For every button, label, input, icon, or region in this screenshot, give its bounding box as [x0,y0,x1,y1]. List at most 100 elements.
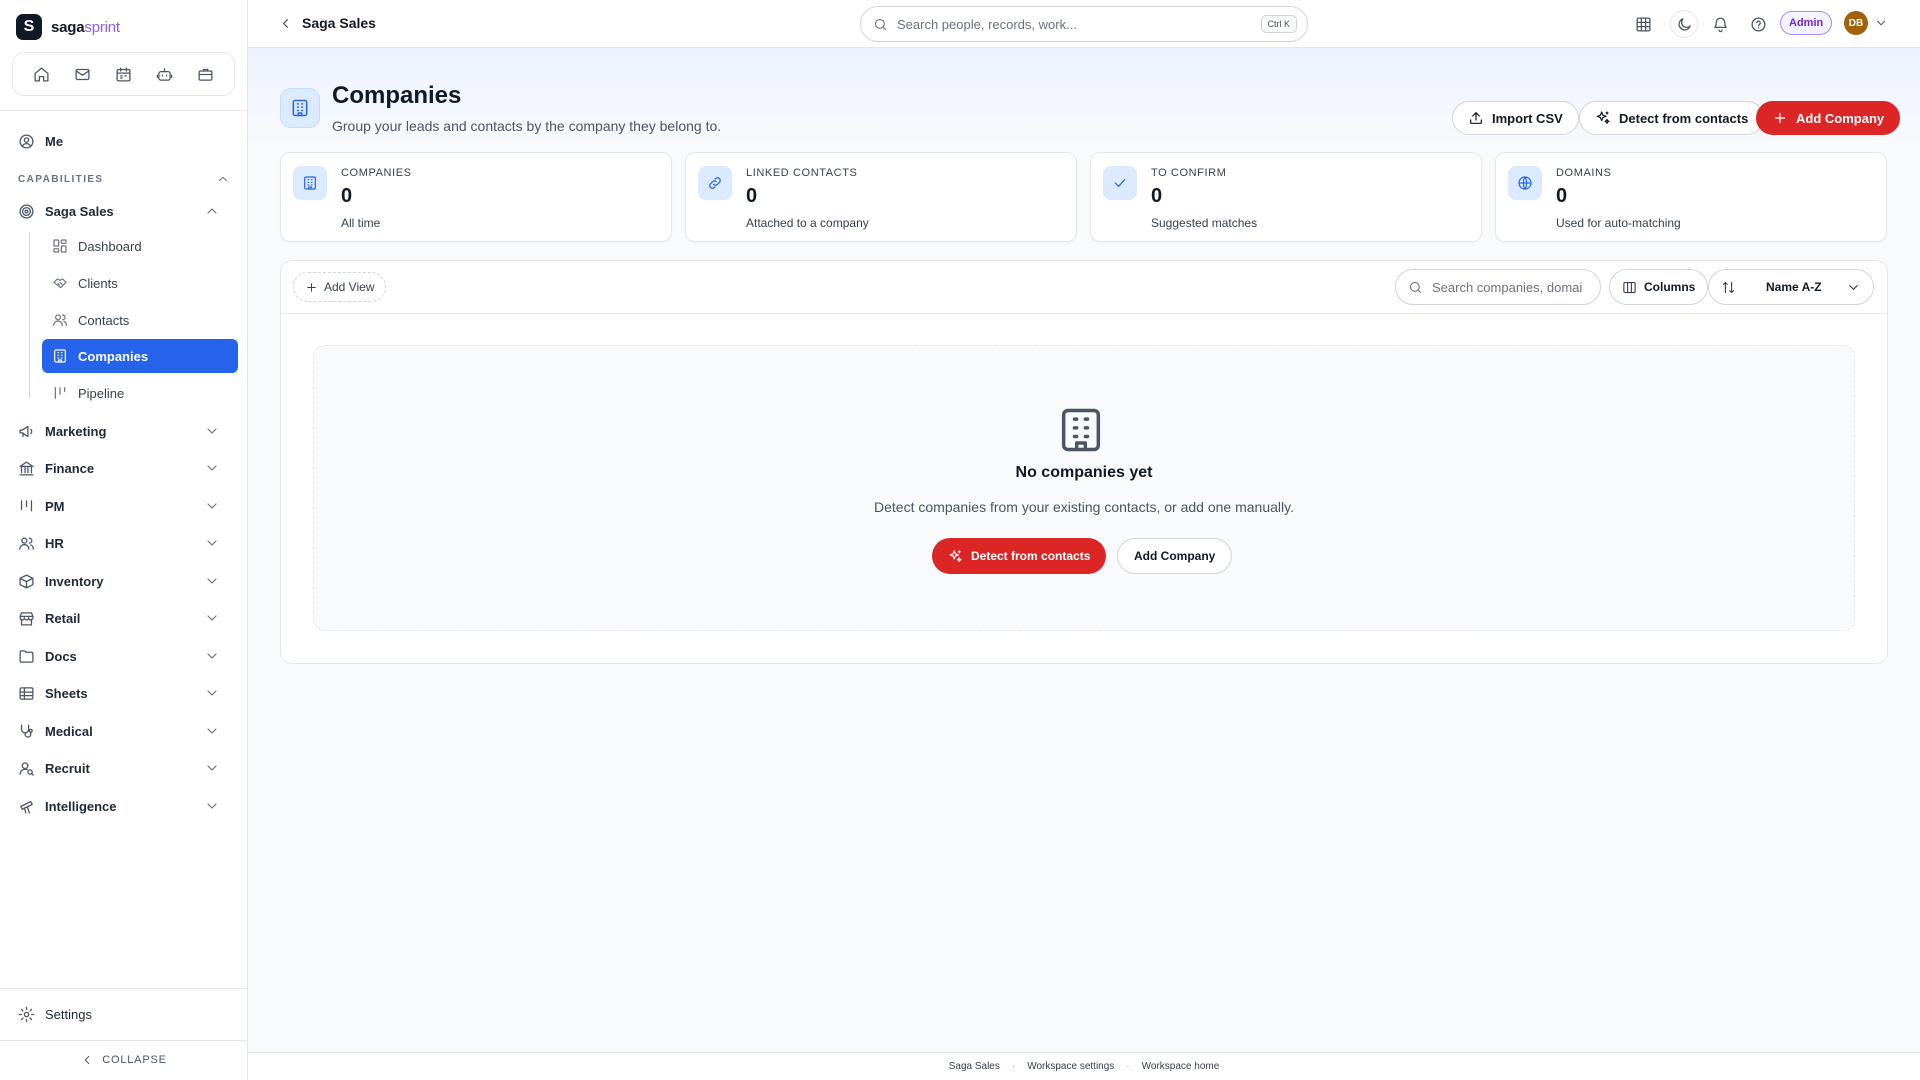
sidebar-group-finance[interactable]: Finance [18,455,230,481]
search-icon [1408,280,1423,295]
brand-logo[interactable]: S sagasprint [16,14,120,40]
sidebar-group-hr[interactable]: HR [18,530,230,556]
brand-mark-icon: S [16,14,42,40]
stat-label: LINKED CONTACTS [746,167,858,179]
chevron-down-icon [204,498,220,514]
empty-detect-from-contacts-button[interactable]: Detect from contacts [932,538,1107,574]
collapse-button[interactable]: COLLAPSE [0,1050,247,1070]
topbar: Saga Sales Ctrl K Admin DB [248,0,1920,48]
companies-search-input[interactable] [1432,279,1582,295]
footer-link-saga-sales[interactable]: Saga Sales [949,1061,1000,1072]
admin-badge[interactable]: Admin [1780,11,1833,35]
chevron-down-icon[interactable] [1874,16,1888,30]
sidebar-group-label: Sheets [45,685,88,701]
chevron-down-icon [204,573,220,589]
columns-button[interactable]: Columns [1609,269,1709,305]
apps-grid-icon[interactable] [1631,12,1655,36]
table-icon [18,685,35,702]
sidebar-group-label: Inventory [45,573,104,589]
footer: Saga Sales · Workspace settings · Worksp… [248,1052,1920,1080]
detect-from-contacts-button[interactable]: Detect from contacts [1579,101,1765,135]
chevron-down-icon [204,423,220,439]
global-search-input[interactable] [897,16,1261,32]
sidebar-divider [0,110,247,111]
bell-icon[interactable] [1708,12,1732,36]
stat-card-linked-contacts: LINKED CONTACTS 0 Attached to a company [685,152,1077,242]
sidebar-item-settings[interactable]: Settings [18,1001,230,1027]
stat-caption: Suggested matches [1151,216,1258,230]
dashboard-icon [52,238,68,254]
sidebar-group-label: Docs [45,648,77,664]
back-button[interactable] [278,16,293,31]
sidebar-group-intelligence[interactable]: Intelligence [18,793,230,819]
megaphone-icon [18,423,35,440]
add-view-label: Add View [324,280,375,294]
building-icon [1055,404,1107,456]
sidebar-group-label: Marketing [45,423,107,439]
sidebar-group-saga-sales[interactable]: Saga Sales [18,198,230,224]
capabilities-header[interactable]: CAPABILITIES [18,172,230,186]
sidebar-group-label: Recruit [45,760,90,776]
sidebar-group-label: PM [45,498,65,514]
sidebar-group-label: Intelligence [45,798,117,814]
sidebar-item-label: Contacts [78,312,130,328]
sidebar-item-companies[interactable]: Companies [42,339,238,373]
handshake-icon [52,275,68,291]
sidebar-group-inventory[interactable]: Inventory [18,568,230,594]
sidebar-item-pipeline[interactable]: Pipeline [42,376,238,410]
sidebar-group-medical[interactable]: Medical [18,718,230,744]
folder-icon [18,648,35,665]
footer-link-workspace-home[interactable]: Workspace home [1142,1061,1220,1072]
add-view-button[interactable]: Add View [293,272,387,302]
stat-label: COMPANIES [341,167,412,179]
stat-card-companies: COMPANIES 0 All time [280,152,672,242]
import-csv-label: Import CSV [1492,110,1563,126]
import-csv-button[interactable]: Import CSV [1452,101,1579,135]
sort-select[interactable]: Name A-Z [1708,269,1874,305]
target-icon [18,203,35,220]
store-icon [18,610,35,627]
add-company-label: Add Company [1796,110,1885,126]
stat-value: 0 [1151,185,1163,207]
avatar[interactable]: DB [1844,11,1868,35]
bot-icon[interactable] [150,59,180,89]
topbar-title: Saga Sales [302,15,376,31]
briefcase-icon[interactable] [191,59,221,89]
sidebar-group-pm[interactable]: PM [18,493,230,519]
collapse-label: COLLAPSE [102,1054,167,1066]
footer-link-workspace-settings[interactable]: Workspace settings [1027,1061,1114,1072]
building-icon [293,166,327,200]
sidebar-item-dashboard[interactable]: Dashboard [42,229,238,263]
sidebar-item-me[interactable]: Me [18,128,230,154]
sidebar-item-label: Settings [45,1006,92,1022]
sidebar-item-label: Me [45,133,64,149]
upload-icon [1468,110,1484,126]
sidebar-group-retail[interactable]: Retail [18,605,230,631]
chevron-down-icon [204,535,220,551]
chevron-up-icon [204,203,220,219]
calendar-icon[interactable] [109,59,139,89]
theme-toggle-moon-icon[interactable] [1670,10,1698,38]
stat-value: 0 [1556,185,1568,207]
bank-icon [18,460,35,477]
user-circle-icon [18,133,35,150]
sidebar-group-recruit[interactable]: Recruit [18,755,230,781]
sidebar-item-clients[interactable]: Clients [42,266,238,300]
sidebar-group-marketing[interactable]: Marketing [18,418,230,444]
home-icon[interactable] [27,59,57,89]
add-company-button[interactable]: Add Company [1756,101,1901,135]
brand-name-accent: sprint [84,18,120,36]
help-icon[interactable] [1746,12,1770,36]
capabilities-label: CAPABILITIES [18,173,104,185]
mail-icon[interactable] [68,59,98,89]
sidebar-group-docs[interactable]: Docs [18,643,230,669]
pipeline-icon [52,385,68,401]
companies-search[interactable] [1395,269,1601,305]
sidebar-group-sheets[interactable]: Sheets [18,680,230,706]
chevron-down-icon [204,648,220,664]
sidebar-item-contacts[interactable]: Contacts [42,303,238,337]
link-icon [698,166,732,200]
stat-caption: Attached to a company [746,216,869,230]
empty-add-company-button[interactable]: Add Company [1117,538,1233,574]
global-search[interactable]: Ctrl K [860,6,1308,42]
